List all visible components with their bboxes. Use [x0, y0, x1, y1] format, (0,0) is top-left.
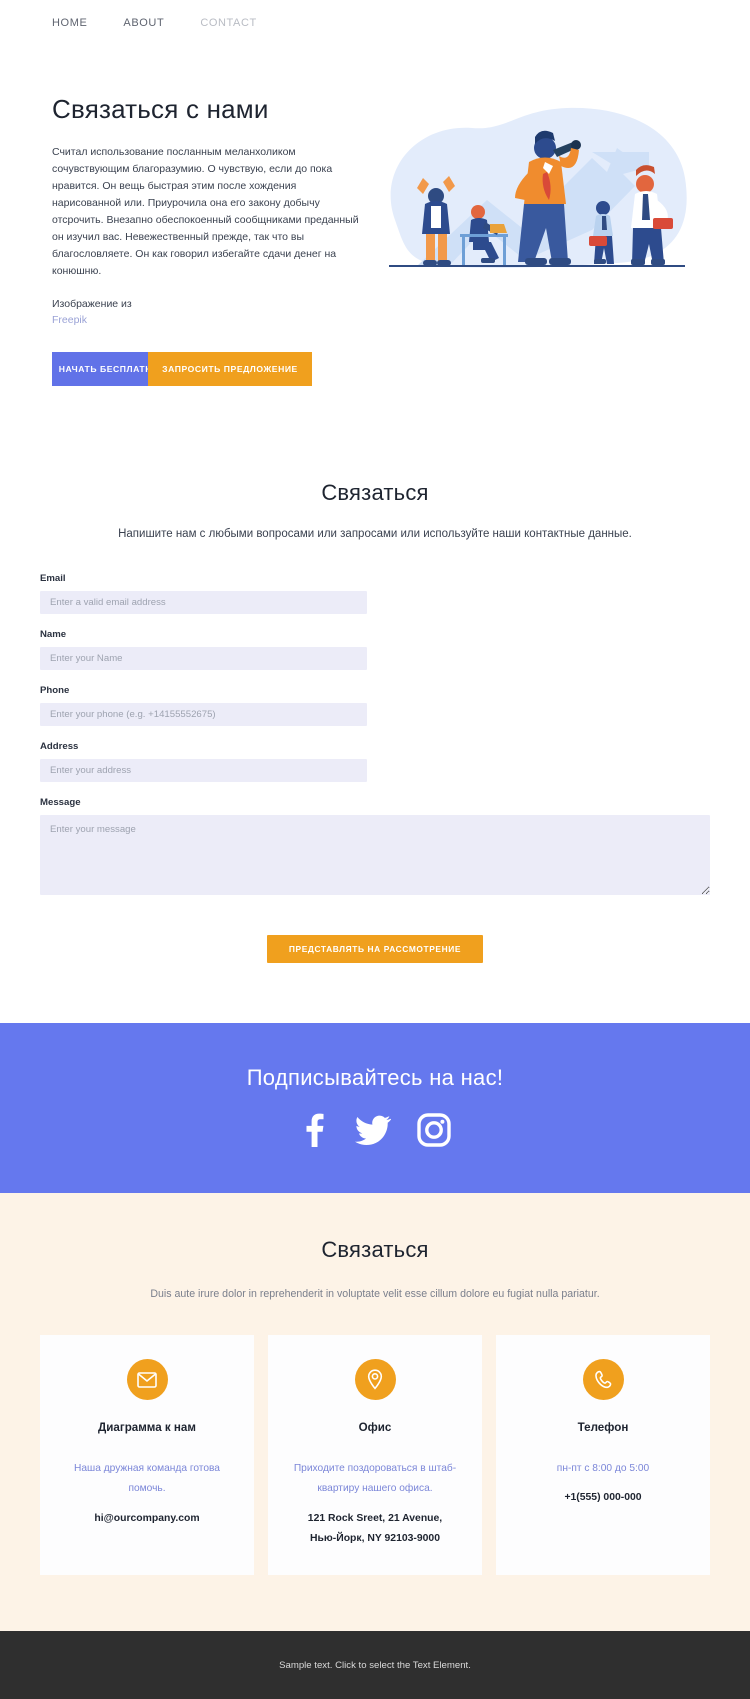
- message-textarea[interactable]: [40, 814, 710, 895]
- envelope-icon: [137, 1371, 157, 1388]
- card-value-office-city: Нью-Йорк, NY 92103-9000: [310, 1532, 440, 1544]
- contact-card-phone: Телефон пн-пт с 8:00 до 5:00 +1(555) 000…: [496, 1335, 710, 1576]
- page-title: Связаться с нами: [52, 94, 269, 124]
- card-value-office-street: 121 Rock Sreet, 21 Avenue,: [307, 1512, 443, 1524]
- card-note-phone: пн-пт с 8:00 до 5:00: [556, 1462, 650, 1474]
- field-phone: Phone: [40, 685, 367, 726]
- envelope-icon-wrap: [126, 1359, 168, 1401]
- image-credit-label: Изображение из: [52, 298, 132, 310]
- phone-icon: [594, 1370, 611, 1389]
- address-input[interactable]: [40, 758, 367, 782]
- hero-button-row: НАЧАТЬ БЕСПЛАТНО ЗАПРОСИТЬ ПРЕДЛОЖЕНИЕ: [52, 351, 312, 386]
- phone-icon-wrap: [582, 1359, 624, 1401]
- nav-item-contact[interactable]: CONTACT: [200, 17, 257, 29]
- request-quote-button[interactable]: ЗАПРОСИТЬ ПРЕДЛОЖЕНИЕ: [148, 351, 312, 386]
- card-value-email: hi@ourcompany.com: [94, 1512, 200, 1524]
- facebook-icon[interactable]: [299, 1113, 329, 1147]
- page-footer: Sample text. Click to select the Text El…: [0, 1631, 750, 1699]
- email-input[interactable]: [40, 590, 367, 614]
- card-note-office: Приходите поздороваться в штаб-квартиру …: [293, 1462, 457, 1495]
- contact-card-office: Офис Приходите поздороваться в штаб-квар…: [268, 1335, 482, 1576]
- footer-text[interactable]: Sample text. Click to select the Text El…: [279, 1660, 471, 1671]
- card-title-email: Диаграмма к нам: [98, 1421, 196, 1435]
- field-name: Name: [40, 629, 367, 670]
- contact-info-title: Связаться: [321, 1236, 429, 1262]
- field-email: Email: [40, 573, 367, 614]
- instagram-icon[interactable]: [417, 1112, 451, 1147]
- form-subtitle: Напишите нам с любыми вопросами или запр…: [118, 527, 632, 540]
- phone-input[interactable]: [40, 702, 367, 726]
- map-pin-icon-wrap: [354, 1359, 396, 1401]
- nav-item-about[interactable]: ABOUT: [123, 17, 164, 29]
- hero-content: Связаться с нами Считал использование по…: [52, 94, 364, 386]
- field-address: Address: [40, 741, 367, 782]
- map-pin-icon: [367, 1369, 383, 1390]
- card-title-office: Офис: [358, 1421, 392, 1435]
- address-label: Address: [40, 740, 79, 752]
- main-navigation: HOME ABOUT CONTACT: [0, 0, 750, 46]
- social-icon-row: [0, 1112, 750, 1147]
- name-label: Name: [40, 628, 67, 640]
- nav-item-home[interactable]: HOME: [52, 17, 87, 29]
- start-free-button[interactable]: НАЧАТЬ БЕСПЛАТНО: [52, 351, 148, 386]
- message-label: Message: [40, 796, 81, 808]
- email-label: Email: [40, 572, 66, 584]
- social-title: Подписывайтесь на нас!: [246, 1064, 504, 1090]
- image-credit: Изображение из Freepik: [52, 297, 364, 329]
- submit-row: ПРЕДСТАВЛЯТЬ НА РАССМОТРЕНИЕ: [40, 934, 710, 963]
- contact-card-row: Диаграмма к нам Наша дружная команда гот…: [40, 1335, 710, 1576]
- form-title: Связаться: [321, 479, 429, 505]
- contact-info-section: Связаться Duis aute irure dolor in repre…: [0, 1192, 750, 1632]
- card-note-email: Наша дружная команда готова помочь.: [74, 1462, 220, 1495]
- card-value-phone: +1(555) 000-000: [564, 1492, 642, 1504]
- hero-illustration-wrap: [364, 94, 710, 290]
- freepik-link[interactable]: Freepik: [52, 313, 364, 329]
- social-section: Подписывайтесь на нас!: [0, 1022, 750, 1193]
- card-title-phone: Телефон: [577, 1421, 629, 1435]
- contact-form: Email Name Phone Address Message: [40, 573, 710, 915]
- phone-label: Phone: [40, 684, 70, 696]
- name-input[interactable]: [40, 646, 367, 670]
- contact-form-section: Связаться Напишите нам с любыми вопросам…: [0, 441, 750, 1023]
- hero-body-text: Считал использование посланным меланхоли…: [52, 146, 359, 277]
- submit-button[interactable]: ПРЕДСТАВЛЯТЬ НА РАССМОТРЕНИЕ: [267, 934, 483, 963]
- contact-info-subtitle: Duis aute irure dolor in reprehenderit i…: [150, 1287, 600, 1300]
- twitter-icon[interactable]: [354, 1115, 392, 1145]
- contact-card-email: Диаграмма к нам Наша дружная команда гот…: [40, 1335, 254, 1576]
- business-team-telescope-growth-illustration: [389, 107, 687, 268]
- hero-section: Связаться с нами Считал использование по…: [0, 46, 750, 442]
- field-message: Message: [40, 797, 710, 900]
